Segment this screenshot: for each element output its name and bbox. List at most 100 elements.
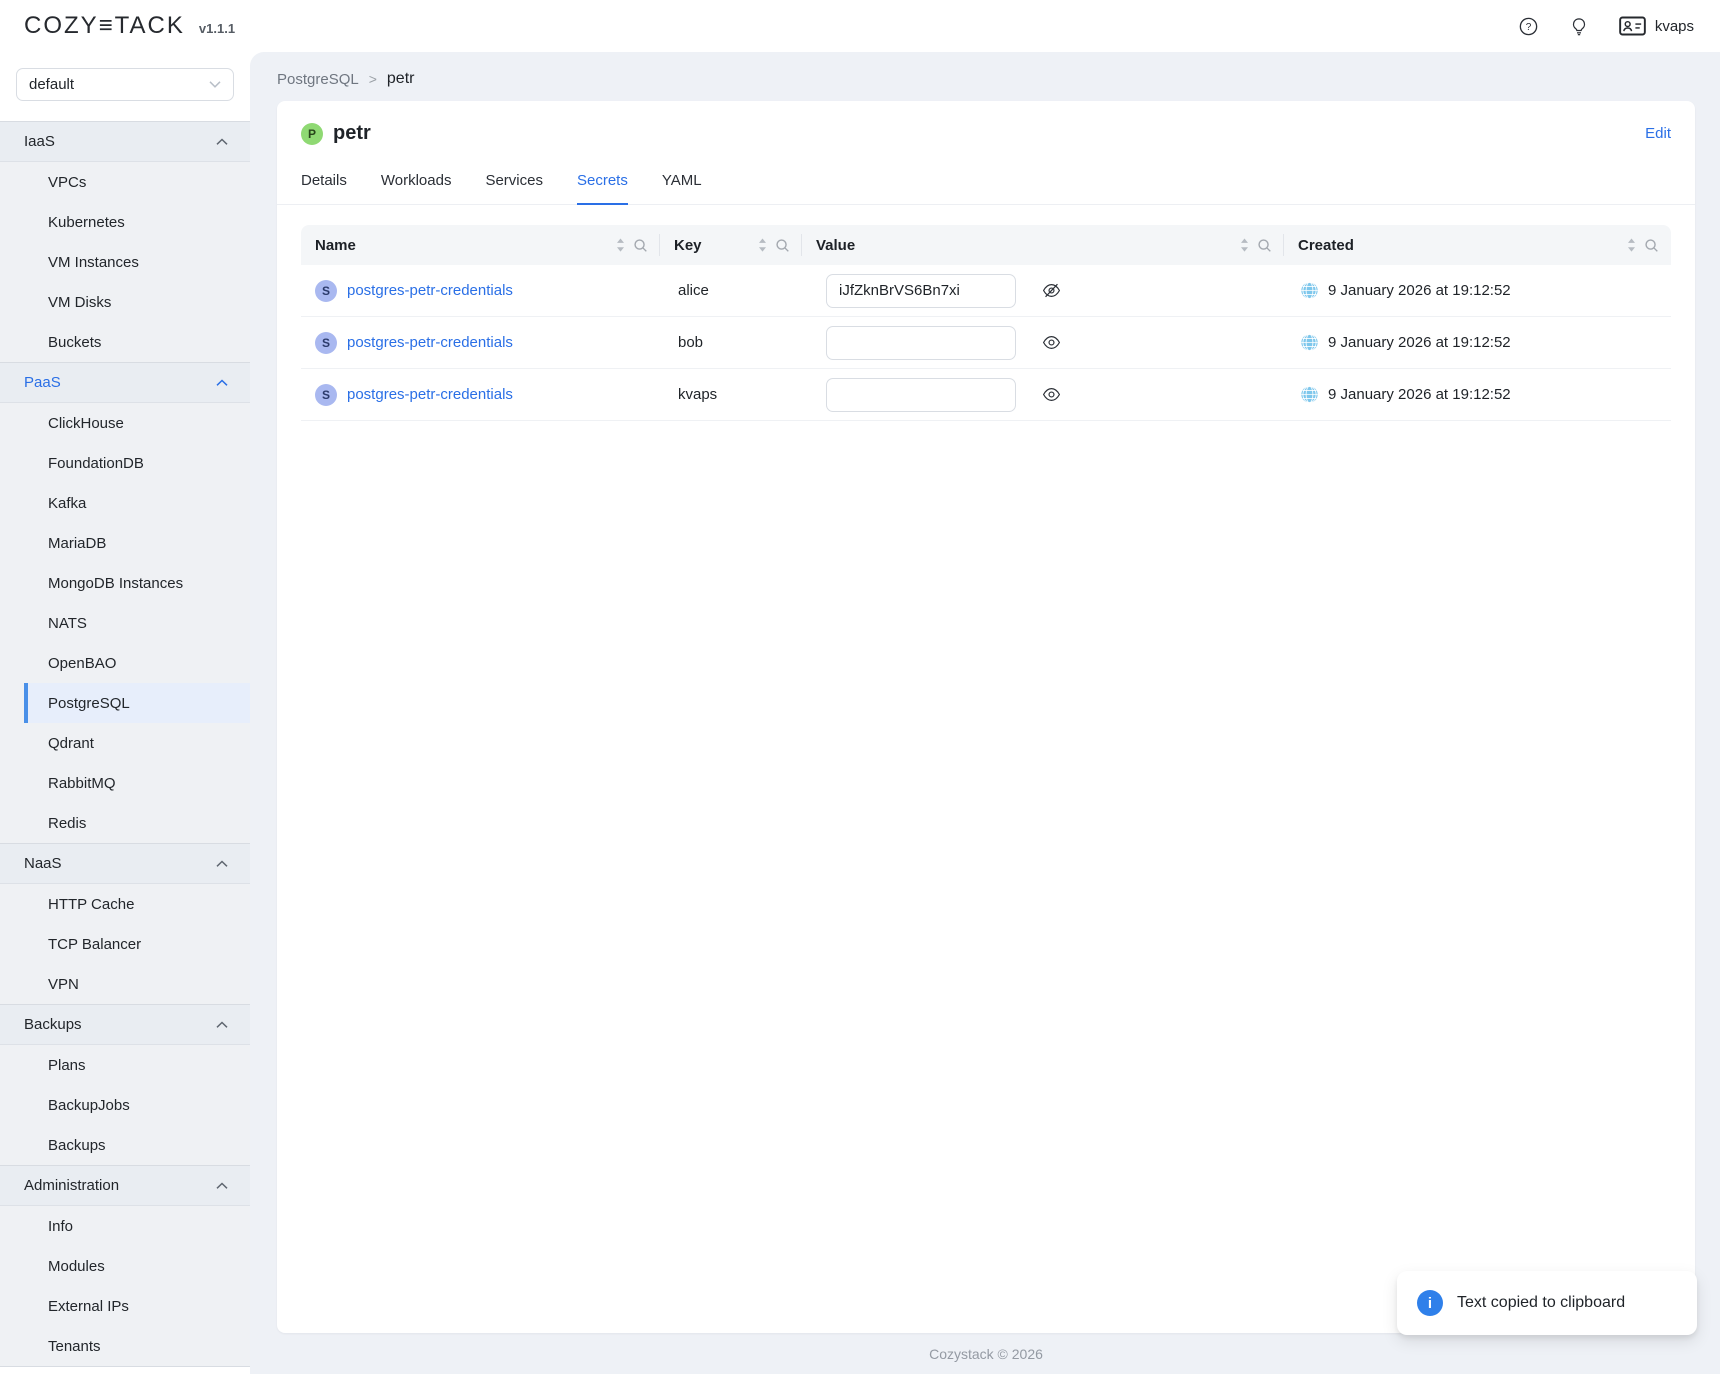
resource-card: P petr Edit Details Workloads Services S… xyxy=(277,101,1695,1333)
footer-text: Cozystack © 2026 xyxy=(277,1333,1695,1374)
sidebar-item-kubernetes[interactable]: Kubernetes xyxy=(0,202,250,242)
sidebar-item-qdrant[interactable]: Qdrant xyxy=(0,723,250,763)
secret-value-input[interactable] xyxy=(826,326,1016,360)
sidebar-item-clickhouse[interactable]: ClickHouse xyxy=(0,403,250,443)
sidebar-item-rabbitmq[interactable]: RabbitMQ xyxy=(0,763,250,803)
sidebar-item-vpn[interactable]: VPN xyxy=(0,964,250,1004)
column-header-name: Name xyxy=(301,225,660,265)
sidebar-item-mariadb[interactable]: MariaDB xyxy=(0,523,250,563)
breadcrumb-postgresql[interactable]: PostgreSQL xyxy=(277,71,359,88)
sidebar: default IaaS VPCs Kubernetes VM Instance… xyxy=(0,52,250,1374)
eye-icon[interactable] xyxy=(1042,333,1061,352)
tenant-select[interactable]: default xyxy=(16,68,234,101)
sidebar-item-plans[interactable]: Plans xyxy=(0,1045,250,1085)
secret-name-link[interactable]: postgres-petr-credentials xyxy=(347,334,513,351)
id-badge-icon xyxy=(1619,16,1646,36)
globe-icon xyxy=(1300,333,1319,352)
globe-icon xyxy=(1300,385,1319,404)
tenant-select-value: default xyxy=(29,76,74,93)
toast-message: Text copied to clipboard xyxy=(1457,1294,1625,1312)
column-header-key: Key xyxy=(660,225,802,265)
topbar-actions: ? kvaps xyxy=(1518,16,1694,37)
edit-button[interactable]: Edit xyxy=(1645,125,1671,142)
sidebar-section-header-backups[interactable]: Backups xyxy=(0,1005,250,1045)
sidebar-item-buckets[interactable]: Buckets xyxy=(0,322,250,362)
tab-workloads[interactable]: Workloads xyxy=(381,172,452,205)
sort-icon[interactable] xyxy=(1240,238,1249,252)
sidebar-item-vpcs[interactable]: VPCs xyxy=(0,162,250,202)
search-icon[interactable] xyxy=(775,238,790,253)
sidebar-item-foundationdb[interactable]: FoundationDB xyxy=(0,443,250,483)
sidebar-section-header-administration[interactable]: Administration xyxy=(0,1166,250,1206)
chevron-up-icon xyxy=(216,138,228,146)
column-header-value: Value xyxy=(802,225,1284,265)
sidebar-item-info[interactable]: Info xyxy=(0,1206,250,1246)
sidebar-item-postgresql[interactable]: PostgreSQL xyxy=(24,683,250,723)
secret-name-link[interactable]: postgres-petr-credentials xyxy=(347,386,513,403)
sidebar-item-kafka[interactable]: Kafka xyxy=(0,483,250,523)
eye-slash-icon[interactable] xyxy=(1042,281,1061,300)
sidebar-item-external-ips[interactable]: External IPs xyxy=(0,1286,250,1326)
secret-badge: S xyxy=(315,280,337,302)
sort-icon[interactable] xyxy=(1627,238,1636,252)
sidebar-section-naas: NaaS HTTP Cache TCP Balancer VPN xyxy=(0,843,250,1004)
sidebar-item-openbao[interactable]: OpenBAO xyxy=(0,643,250,683)
sort-icon[interactable] xyxy=(616,238,625,252)
top-bar: COZY≡TACK v1.1.1 ? kvaps xyxy=(0,0,1720,52)
created-timestamp: 9 January 2026 at 19:12:52 xyxy=(1328,386,1511,403)
chevron-up-icon xyxy=(216,1182,228,1190)
secret-badge: S xyxy=(315,332,337,354)
svg-text:?: ? xyxy=(1526,22,1532,33)
username: kvaps xyxy=(1655,18,1694,35)
secret-key: kvaps xyxy=(660,386,802,403)
sidebar-item-http-cache[interactable]: HTTP Cache xyxy=(0,884,250,924)
sidebar-item-tcp-balancer[interactable]: TCP Balancer xyxy=(0,924,250,964)
search-icon[interactable] xyxy=(1257,238,1272,253)
sidebar-item-mongodb-instances[interactable]: MongoDB Instances xyxy=(0,563,250,603)
sidebar-section-header-paas[interactable]: PaaS xyxy=(0,363,250,403)
sidebar-item-backupjobs[interactable]: BackupJobs xyxy=(0,1085,250,1125)
sidebar-section-iaas: IaaS VPCs Kubernetes VM Instances VM Dis… xyxy=(0,121,250,362)
sort-icon[interactable] xyxy=(758,238,767,252)
app-logo: COZY≡TACK xyxy=(24,12,185,40)
tab-services[interactable]: Services xyxy=(485,172,543,205)
sidebar-section-backups: Backups Plans BackupJobs Backups xyxy=(0,1004,250,1165)
sidebar-item-vm-instances[interactable]: VM Instances xyxy=(0,242,250,282)
user-menu[interactable]: kvaps xyxy=(1619,16,1694,36)
eye-icon[interactable] xyxy=(1042,385,1061,404)
sidebar-section-header-naas[interactable]: NaaS xyxy=(0,844,250,884)
sidebar-item-modules[interactable]: Modules xyxy=(0,1246,250,1286)
help-icon[interactable]: ? xyxy=(1518,16,1539,37)
breadcrumb-separator: > xyxy=(359,71,387,87)
sidebar-item-tenants[interactable]: Tenants xyxy=(0,1326,250,1366)
chevron-up-icon xyxy=(216,1021,228,1029)
breadcrumb: PostgreSQL > petr xyxy=(277,70,1695,88)
brand: COZY≡TACK v1.1.1 xyxy=(24,12,235,40)
search-icon[interactable] xyxy=(633,238,648,253)
sidebar-item-vm-disks[interactable]: VM Disks xyxy=(0,282,250,322)
sidebar-item-backups[interactable]: Backups xyxy=(0,1125,250,1165)
tab-secrets[interactable]: Secrets xyxy=(577,172,628,205)
secret-key: bob xyxy=(660,334,802,351)
sidebar-item-redis[interactable]: Redis xyxy=(0,803,250,843)
secrets-table: Name Key Value xyxy=(301,225,1671,421)
tab-details[interactable]: Details xyxy=(301,172,347,205)
secret-value-input[interactable] xyxy=(826,378,1016,412)
breadcrumb-current: petr xyxy=(387,70,415,88)
secret-name-link[interactable]: postgres-petr-credentials xyxy=(347,282,513,299)
secret-row: S postgres-petr-credentials bob xyxy=(301,317,1671,369)
avatar: P xyxy=(301,123,323,145)
created-timestamp: 9 January 2026 at 19:12:52 xyxy=(1328,282,1511,299)
secret-value-input[interactable] xyxy=(826,274,1016,308)
column-header-created: Created xyxy=(1284,225,1671,265)
sidebar-section-header-iaas[interactable]: IaaS xyxy=(0,122,250,162)
secret-badge: S xyxy=(315,384,337,406)
secret-row: S postgres-petr-credentials alice xyxy=(301,265,1671,317)
sidebar-section-administration: Administration Info Modules External IPs… xyxy=(0,1165,250,1367)
sidebar-section-paas: PaaS ClickHouse FoundationDB Kafka Maria… xyxy=(0,362,250,843)
sidebar-item-nats[interactable]: NATS xyxy=(0,603,250,643)
toast-notification: i Text copied to clipboard xyxy=(1397,1271,1697,1335)
lightbulb-icon[interactable] xyxy=(1569,16,1589,37)
search-icon[interactable] xyxy=(1644,238,1659,253)
tab-yaml[interactable]: YAML xyxy=(662,172,702,205)
